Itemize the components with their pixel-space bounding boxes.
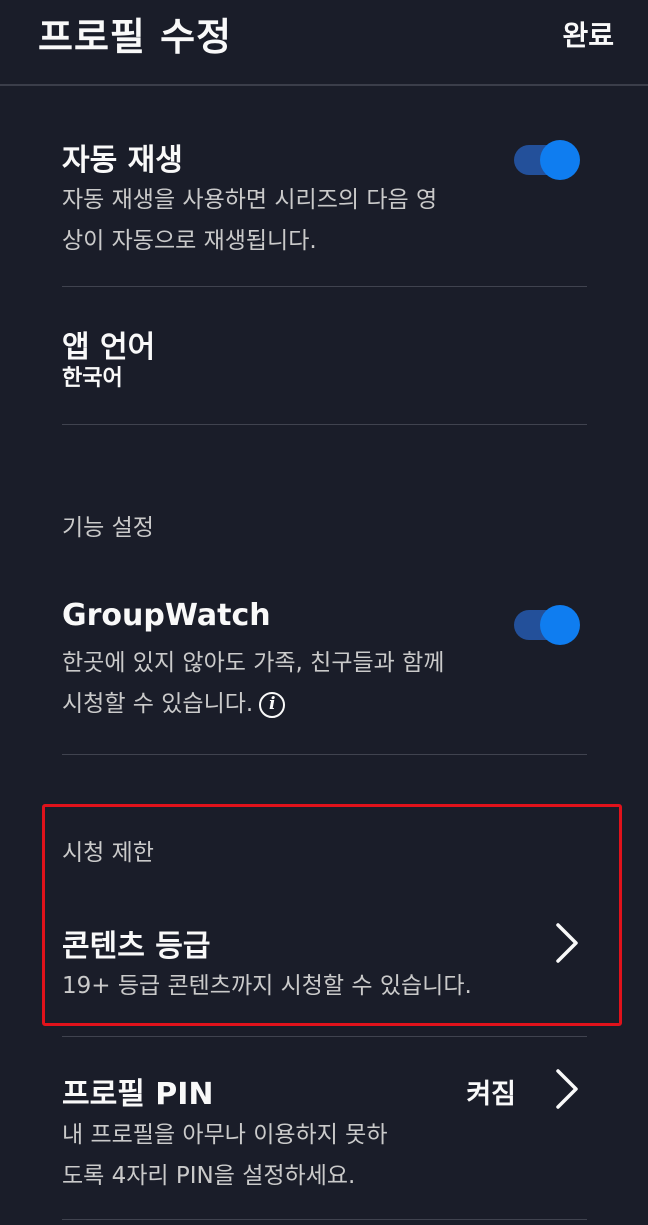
profile-pin-title: 프로필 PIN	[62, 1077, 214, 1112]
content-rating-row[interactable]: 콘텐츠 등급 19+ 등급 콘텐츠까지 시청할 수 있습니다.	[0, 905, 648, 1010]
feature-settings-label: 기능 설정	[62, 515, 154, 541]
profile-pin-description-line2: 도록 4자리 PIN을 설정하세요.	[62, 1163, 356, 1189]
autoplay-description: 자동 재생을 사용하면 시리즈의 다음 영 상이 자동으로 재생됩니다.	[62, 180, 437, 262]
content-rating-title: 콘텐츠 등급	[62, 929, 211, 964]
autoplay-toggle[interactable]	[514, 140, 580, 180]
autoplay-description-line1: 자동 재생을 사용하면 시리즈의 다음 영	[62, 187, 438, 213]
autoplay-title: 자동 재생	[62, 143, 183, 178]
app-language-row[interactable]: 앱 언어 한국어	[0, 287, 648, 423]
groupwatch-title: GroupWatch	[62, 598, 271, 633]
profile-pin-description: 내 프로필을 아무나 이용하지 못하 도록 4자리 PIN을 설정하세요.	[62, 1115, 387, 1197]
groupwatch-description-line2: 시청할 수 있습니다.	[62, 691, 254, 717]
header-bar: 프로필 수정 완료	[0, 0, 648, 86]
done-button[interactable]: 완료	[562, 14, 614, 54]
content-rating-description: 19+ 등급 콘텐츠까지 시청할 수 있습니다.	[62, 973, 472, 999]
chevron-right-icon	[556, 923, 578, 963]
app-language-value: 한국어	[62, 366, 123, 391]
groupwatch-toggle[interactable]	[514, 605, 580, 645]
divider	[62, 424, 587, 425]
groupwatch-description: 한곳에 있지 않아도 가족, 친구들과 함께 시청할 수 있습니다. i	[62, 643, 444, 725]
profile-pin-description-line1: 내 프로필을 아무나 이용하지 못하	[62, 1122, 388, 1148]
chevron-right-icon	[556, 1069, 578, 1109]
profile-pin-status: 켜짐	[466, 1079, 516, 1110]
divider	[62, 754, 587, 755]
profile-pin-row[interactable]: 프로필 PIN 내 프로필을 아무나 이용하지 못하 도록 4자리 PIN을 설…	[0, 1037, 648, 1217]
divider	[62, 1219, 587, 1220]
autoplay-description-line2: 상이 자동으로 재생됩니다.	[62, 228, 317, 254]
groupwatch-toggle-knob	[540, 605, 580, 645]
page-title: 프로필 수정	[38, 15, 233, 59]
autoplay-toggle-knob	[540, 140, 580, 180]
groupwatch-description-line1: 한곳에 있지 않아도 가족, 친구들과 함께	[62, 650, 445, 676]
viewing-restrictions-label: 시청 제한	[62, 840, 154, 866]
info-icon[interactable]: i	[259, 691, 286, 718]
